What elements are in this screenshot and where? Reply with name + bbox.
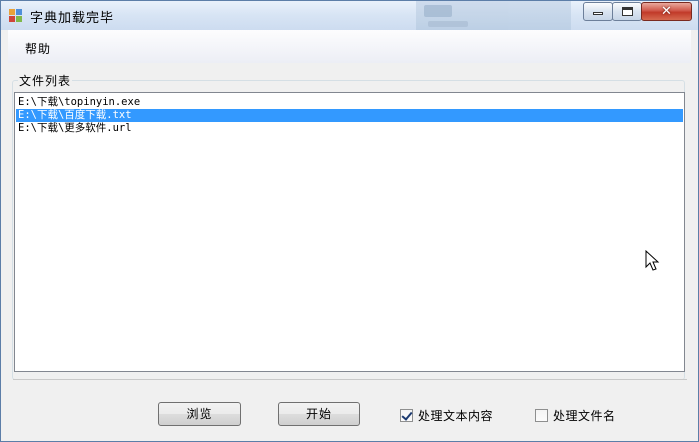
checkbox-unchecked-icon[interactable]	[535, 408, 548, 422]
background-glimpse-shape	[428, 21, 468, 27]
list-item[interactable]: E:\下载\topinyin.exe	[16, 96, 683, 109]
menu-bar: 帮助	[8, 30, 691, 63]
file-listbox[interactable]: E:\下载\topinyin.exe E:\下载\百度下载.txt E:\下载\…	[14, 92, 685, 372]
list-item[interactable]: E:\下载\更多软件.url	[16, 122, 683, 135]
process-content-checkbox[interactable]: 处理文本内容	[400, 407, 493, 423]
browse-button[interactable]: 浏览	[158, 402, 241, 426]
close-icon: ✕	[661, 4, 672, 19]
maximize-icon	[622, 7, 633, 16]
app-icon-tile	[16, 9, 22, 15]
minimize-icon	[593, 12, 603, 15]
close-button[interactable]: ✕	[641, 2, 692, 21]
main-window: 字典加载完毕 ✕ 帮助 文件列表 E:\下载\topinyin.exe E:\下…	[0, 0, 699, 442]
list-item-selected[interactable]: E:\下载\百度下载.txt	[16, 109, 683, 122]
background-glimpse-shape	[424, 5, 452, 17]
app-icon-tile	[9, 16, 15, 22]
maximize-button[interactable]	[612, 2, 642, 21]
minimize-button[interactable]	[583, 2, 613, 21]
background-window-glimpse	[416, 1, 571, 30]
start-button[interactable]: 开始	[278, 402, 360, 426]
separator-line	[13, 379, 687, 380]
process-filename-label[interactable]: 处理文件名	[553, 407, 616, 424]
process-filename-checkbox[interactable]: 处理文件名	[535, 407, 616, 423]
window-title: 字典加载完毕	[30, 11, 115, 26]
file-list-group-label: 文件列表	[18, 72, 73, 89]
menu-help[interactable]: 帮助	[25, 40, 51, 57]
checkbox-checked-icon[interactable]	[400, 408, 413, 422]
title-bar[interactable]: 字典加载完毕 ✕	[1, 1, 698, 30]
mouse-cursor-icon	[645, 250, 660, 271]
process-content-label[interactable]: 处理文本内容	[418, 407, 493, 424]
app-icon	[9, 9, 23, 23]
app-icon-tile	[9, 9, 15, 15]
app-icon-tile	[16, 16, 22, 22]
client-area: 帮助 文件列表 E:\下载\topinyin.exe E:\下载\百度下载.tx…	[8, 30, 691, 435]
